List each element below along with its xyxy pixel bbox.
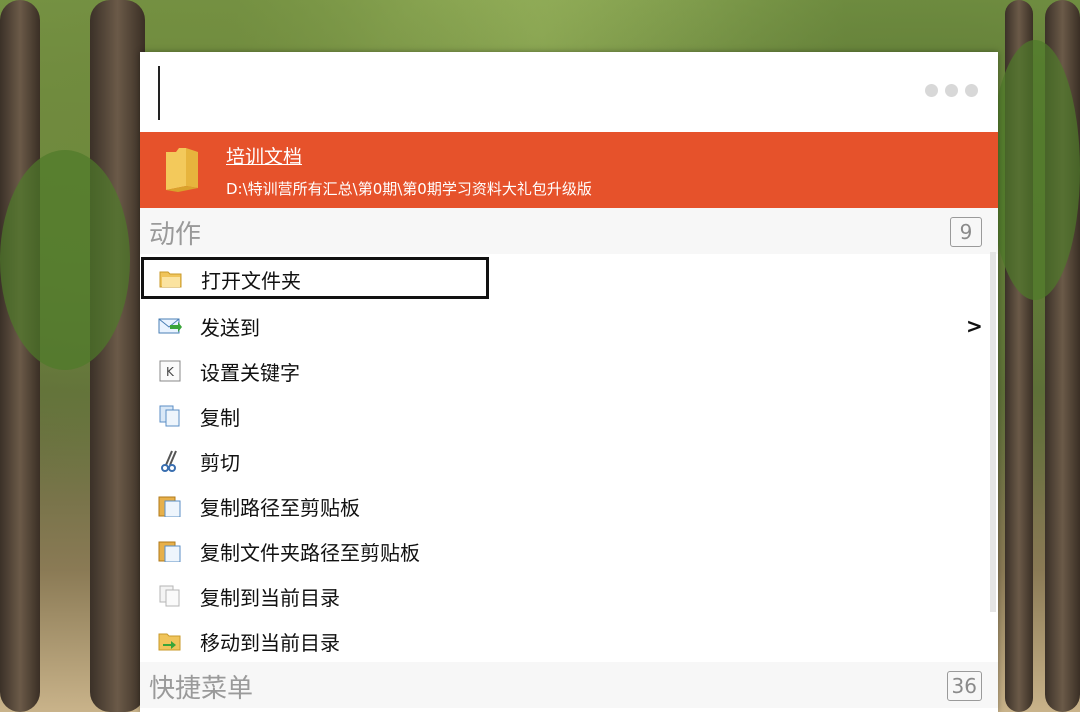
dot [945,84,958,97]
background-tree [90,0,145,712]
action-label: 复制 [200,406,240,430]
action-label: 复制路径至剪贴板 [200,496,360,520]
action-move-to-current-dir[interactable]: 移动到当前目录 [140,619,988,663]
folder-icon [166,148,198,192]
action-label: 打开文件夹 [201,269,301,293]
copy-page-icon [159,585,180,607]
action-label: 复制到当前目录 [200,586,340,610]
action-send-to[interactable]: 发送到 > [140,304,988,348]
move-folder-icon [158,633,181,651]
scrollbar[interactable] [990,252,996,612]
more-options-icon[interactable] [925,84,978,97]
quick-menu-section-header: 快捷菜单 36 [140,662,998,708]
quick-menu-count-badge: 36 [946,671,982,701]
action-cut[interactable]: 剪切 [140,439,988,483]
action-set-keyword[interactable]: K 设置关键字 [140,349,988,393]
scissors-icon [161,450,177,472]
result-path: D:\特训营所有汇总\第0期\第0期学习资料大礼包升级版 [226,180,592,198]
background-foliage [0,150,130,370]
quick-menu-section-title: 快捷菜单 [149,674,254,704]
launcher-window: 培训文档 D:\特训营所有汇总\第0期\第0期学习资料大礼包升级版 动作 9 打… [140,52,998,712]
chevron-right-icon[interactable]: > [966,314,983,338]
dot [965,84,978,97]
action-open-folder[interactable]: 打开文件夹 [141,257,489,299]
copy-icon [159,405,180,427]
action-label: 设置关键字 [200,361,300,385]
selected-result[interactable]: 培训文档 D:\特训营所有汇总\第0期\第0期学习资料大礼包升级版 [140,132,998,208]
search-bar [140,52,998,132]
search-input[interactable] [164,66,868,122]
action-copy-to-current-dir[interactable]: 复制到当前目录 [140,574,988,618]
background-foliage [990,40,1080,300]
action-label: 剪切 [200,451,240,475]
actions-section-title: 动作 [149,220,202,250]
open-folder-icon [159,271,182,288]
dot [925,84,938,97]
action-copy[interactable]: 复制 [140,394,988,438]
keyword-icon: K [159,360,181,382]
action-copy-path[interactable]: 复制路径至剪贴板 [140,484,988,528]
action-copy-folder-path[interactable]: 复制文件夹路径至剪贴板 [140,529,988,573]
action-label: 移动到当前目录 [200,631,340,655]
result-title[interactable]: 培训文档 [226,142,302,169]
action-label: 复制文件夹路径至剪贴板 [200,541,420,565]
action-label: 发送到 [200,316,260,340]
text-caret [158,66,160,120]
actions-section-header: 动作 9 [140,208,998,254]
send-to-icon [158,318,182,334]
actions-count-badge: 9 [950,217,982,247]
svg-text:K: K [166,365,175,379]
clipboard-icon [158,541,181,562]
clipboard-icon [158,496,181,517]
